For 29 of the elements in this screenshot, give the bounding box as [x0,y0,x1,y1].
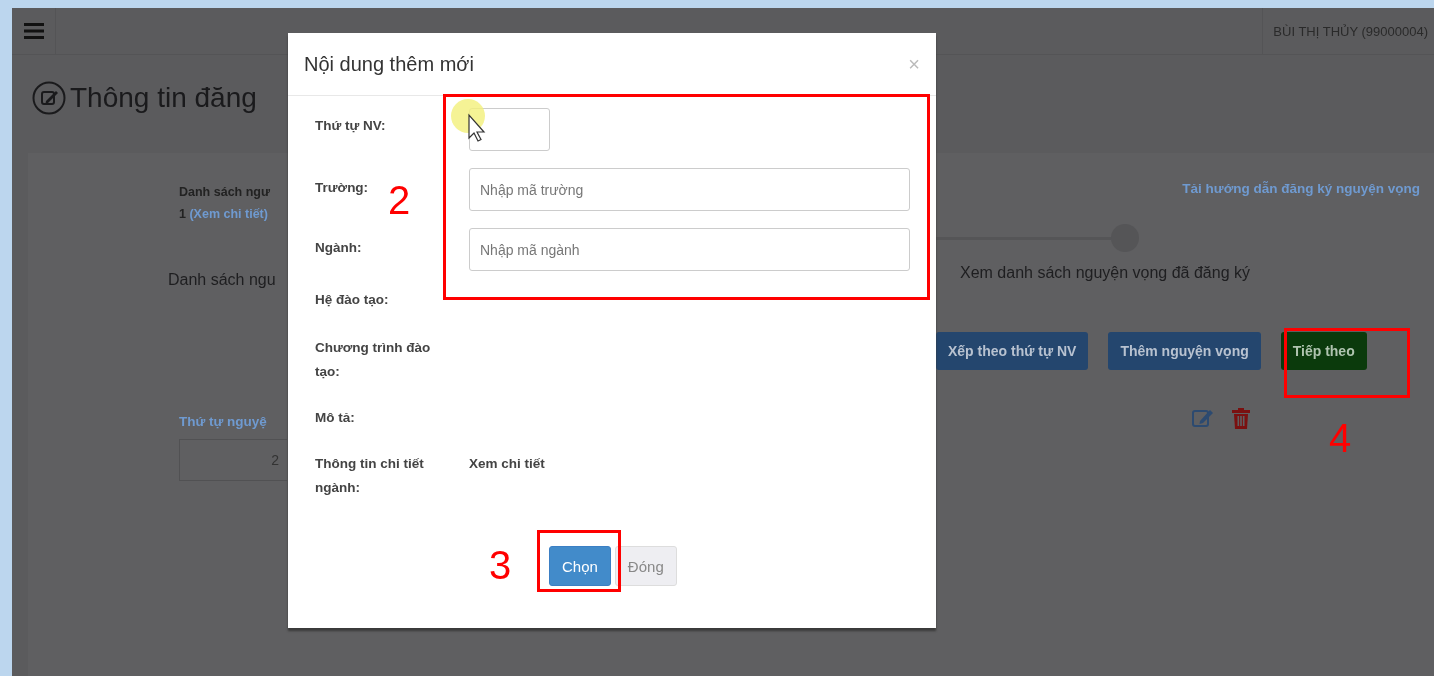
close-button[interactable]: Đóng [614,546,677,586]
step-label: Xem danh sách nguyện vọng đã đăng ký [960,264,1251,282]
input-field[interactable]: Nhập mã trường [469,168,910,211]
field-label: Thông tin chi tiết ngành: [315,455,425,497]
field-label: Thứ tự NV: [315,117,387,135]
step-number: 4 [1329,418,1352,458]
order-label: Thứ tự nguyệ [179,414,267,429]
step-label: Danh sách ngu [168,271,277,289]
close-button[interactable]: × [908,52,920,76]
field-label: Hệ đào tạo: [315,291,390,309]
step-number: 2 [388,180,411,220]
guide-link[interactable]: Tải hướng dẫn đăng ký nguyện vọng [1182,181,1420,196]
trash-icon[interactable] [1232,408,1250,429]
next-button[interactable]: Tiếp theo [1280,332,1367,370]
menu-icon [23,23,44,39]
detail-text: Xem chi tiết [469,455,546,473]
step-number: 3 [489,545,512,585]
page-title: Thông tin đăng [70,82,257,114]
input-field[interactable]: Nhập mã ngành [469,228,910,271]
cursor-icon [450,98,486,142]
edit-icon [32,81,66,115]
field-label: Mô tả: [315,409,356,427]
detail-link[interactable]: (Xem chi tiết) [189,207,268,221]
select-button[interactable]: Chọn [549,546,611,586]
field-label: Ngành: [315,239,363,257]
field-label: Chương trình đào tạo: [315,339,432,381]
action-button[interactable]: Xếp theo thứ tự NV [936,332,1089,370]
modal-title: Nội dung thêm mới [304,52,474,76]
action-button[interactable]: Thêm nguyện vọng [1108,332,1261,370]
